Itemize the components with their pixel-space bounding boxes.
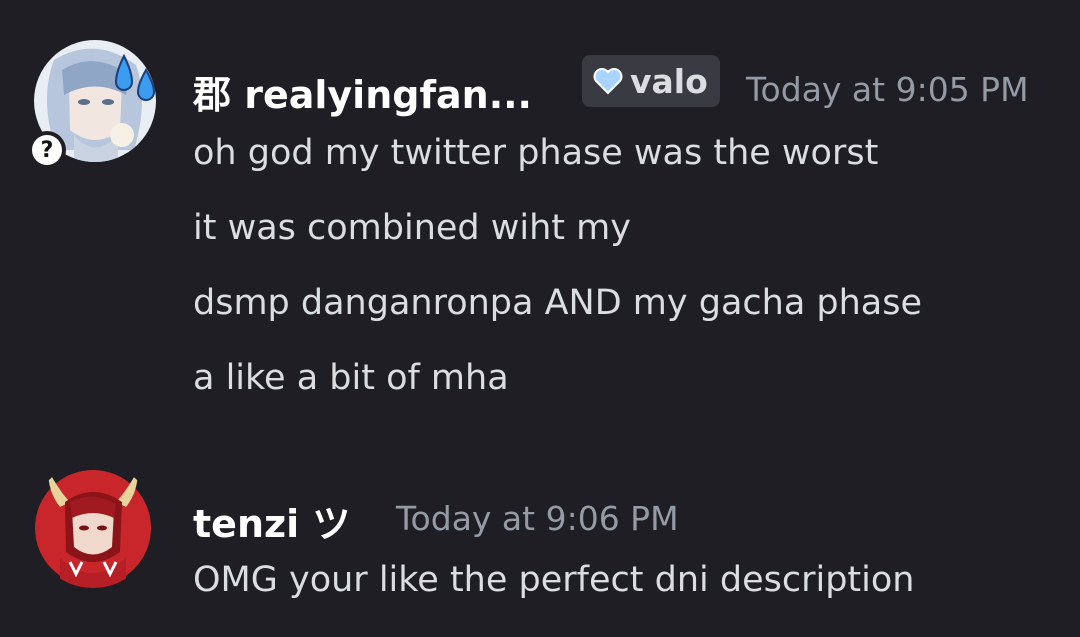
message-text-line: it was combined wiht my (193, 208, 631, 248)
message-text-line: a like a bit of mha (193, 358, 509, 398)
message: tenzi ツ Today at 9:06 PM OMG your like t… (0, 450, 1080, 637)
avatar[interactable] (30, 462, 156, 588)
timestamp[interactable]: Today at 9:06 PM (396, 499, 679, 538)
sweat-drop-icon (114, 53, 156, 101)
message-text-line: OMG your like the perfect dni descriptio… (193, 560, 915, 600)
username[interactable]: tenzi ツ (193, 493, 350, 548)
message-text-line: oh god my twitter phase was the worst (193, 133, 879, 173)
timestamp[interactable]: Today at 9:05 PM (746, 70, 1029, 109)
heart-icon (593, 68, 623, 95)
tag-label: valo (630, 61, 708, 101)
avatar-image (30, 462, 156, 588)
status-badge-label: ? (32, 135, 62, 165)
username[interactable]: 郡 realyingfan... (193, 64, 532, 119)
status-badge: ? (28, 131, 66, 169)
message: ? 郡 realyingfan... valo Today at 9:05 PM… (0, 0, 1080, 430)
message-text-line: dsmp danganronpa AND my gacha phase (193, 283, 923, 323)
tag-badge[interactable]: valo (582, 55, 720, 107)
